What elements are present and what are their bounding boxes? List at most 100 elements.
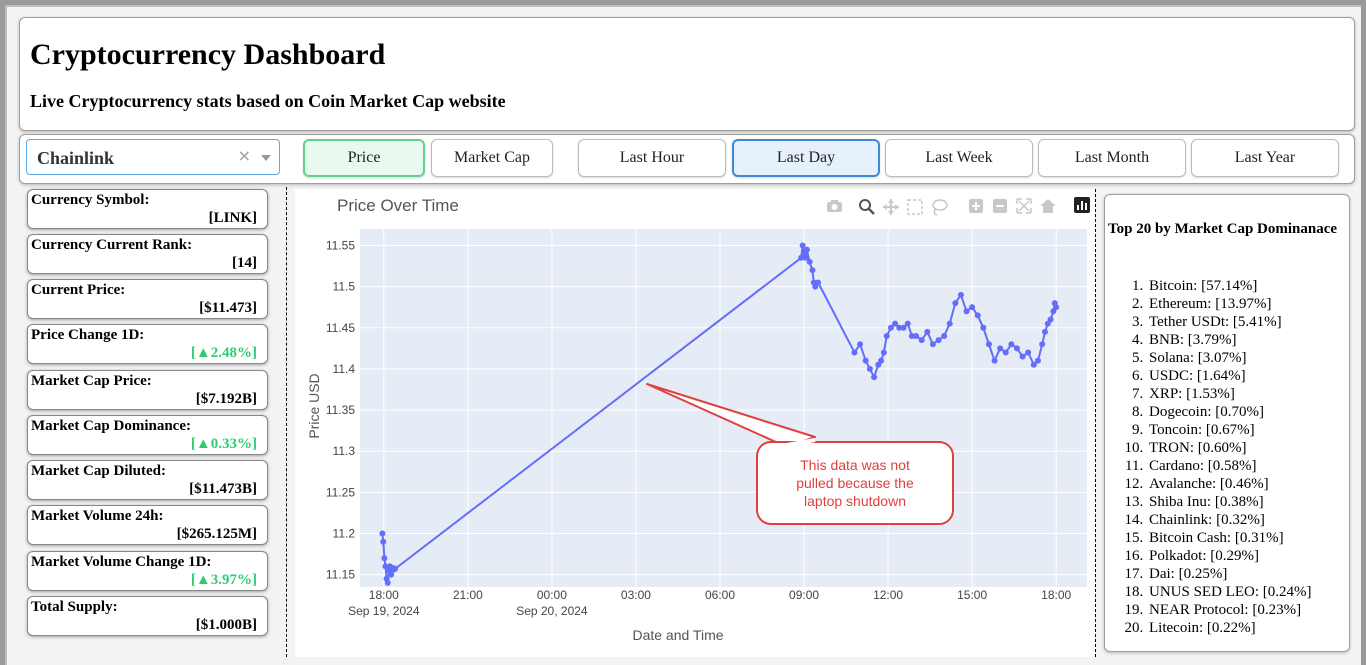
data-point[interactable]: [924, 328, 931, 335]
data-point[interactable]: [380, 538, 387, 545]
data-point[interactable]: [1041, 328, 1048, 335]
data-point[interactable]: [918, 337, 925, 344]
reset-axes-icon[interactable]: [1040, 199, 1056, 213]
data-point[interactable]: [969, 304, 976, 311]
plotly-logo-icon[interactable]: [1074, 197, 1090, 213]
camera-icon[interactable]: [827, 200, 842, 212]
price-chart[interactable]: Price Over Time 11.1511.211.2511.311.351…: [295, 189, 1095, 657]
price-chart-container: Price Over Time 11.15 11.2 11.25 11.3 11…: [295, 189, 1095, 657]
autoscale-icon[interactable]: [1016, 198, 1032, 214]
data-point[interactable]: [991, 357, 998, 364]
top20-item: Chainlink: [0.32%]: [1147, 511, 1312, 529]
x-tick-label: 09:00: [789, 588, 819, 602]
app-frame: Cryptocurrency Dashboard Live Cryptocurr…: [5, 5, 1361, 665]
data-point[interactable]: [963, 308, 970, 315]
divider: [1095, 189, 1096, 657]
data-point[interactable]: [957, 291, 964, 298]
x-tick-label: 21:00: [453, 588, 483, 602]
y-tick-label: 11.15: [326, 568, 355, 582]
data-point[interactable]: [878, 357, 885, 364]
last-day-button[interactable]: Last Day: [732, 139, 880, 177]
last-year-button[interactable]: Last Year: [1191, 139, 1339, 177]
data-point[interactable]: [941, 332, 948, 339]
data-point[interactable]: [806, 258, 813, 265]
data-point[interactable]: [1019, 353, 1026, 360]
stat-value: [$7.192B]: [195, 391, 257, 407]
data-point[interactable]: [384, 579, 391, 586]
stat-label: Market Cap Diluted:: [31, 463, 166, 479]
data-point[interactable]: [815, 279, 822, 286]
data-point[interactable]: [952, 300, 959, 307]
data-point[interactable]: [809, 267, 816, 274]
lasso-icon[interactable]: [932, 199, 948, 216]
top20-item: Dai: [0.25%]: [1147, 565, 1312, 583]
top20-item: Ethereum: [13.97%]: [1147, 295, 1312, 313]
top20-item: Solana: [3.07%]: [1147, 349, 1312, 367]
data-point[interactable]: [929, 341, 936, 348]
data-point[interactable]: [803, 246, 810, 253]
data-point[interactable]: [997, 345, 1004, 352]
chevron-down-icon[interactable]: [261, 155, 271, 161]
last-week-button[interactable]: Last Week: [885, 139, 1033, 177]
price-button[interactable]: Price: [303, 139, 425, 177]
data-point[interactable]: [1047, 316, 1054, 323]
top20-item: Shiba Inu: [0.38%]: [1147, 493, 1312, 511]
top20-item: XRP: [1.53%]: [1147, 385, 1312, 403]
box-select-icon[interactable]: [907, 199, 923, 215]
data-point[interactable]: [880, 349, 887, 356]
y-axis-ticks: 11.15 11.2 11.25 11.3 11.35 11.4 11.45 11.5 11.5…: [326, 238, 355, 581]
data-point[interactable]: [871, 374, 878, 381]
data-point[interactable]: [1039, 341, 1046, 348]
x-tick-label: 15:00: [957, 588, 987, 602]
data-point[interactable]: [392, 565, 399, 572]
y-tick-label: 11.4: [333, 362, 356, 376]
data-point[interactable]: [381, 555, 388, 562]
market-cap-button[interactable]: Market Cap: [431, 139, 553, 177]
last-hour-button[interactable]: Last Hour: [578, 139, 726, 177]
data-point[interactable]: [1002, 349, 1009, 356]
callout-text-line-3: laptop shutdown: [804, 493, 906, 509]
x-tick-sublabel: Sep 19, 2024: [348, 604, 420, 618]
data-point[interactable]: [1053, 304, 1060, 311]
data-point[interactable]: [904, 320, 911, 327]
data-point[interactable]: [980, 324, 987, 331]
data-point[interactable]: [379, 530, 386, 537]
stats-panel: Currency Symbol: [LINK] Currency Current…: [19, 187, 287, 657]
data-point[interactable]: [1025, 349, 1032, 356]
x-tick-sublabel: Sep 20, 2024: [516, 604, 588, 618]
data-point[interactable]: [851, 349, 858, 356]
data-point[interactable]: [883, 332, 890, 339]
data-point[interactable]: [974, 312, 981, 319]
last-month-button[interactable]: Last Month: [1038, 139, 1186, 177]
data-point[interactable]: [1013, 345, 1020, 352]
zoom-in-icon[interactable]: [969, 199, 983, 213]
top20-card: Top 20 by Market Cap Dominanace Bitcoin:…: [1104, 194, 1350, 652]
zoom-icon[interactable]: [859, 199, 875, 215]
stat-price-change: Price Change 1D: [▲2.48%]: [27, 324, 268, 364]
y-tick-label: 11.25: [326, 485, 355, 499]
top20-item: BNB: [3.79%]: [1147, 331, 1312, 349]
chart-modebar: [827, 197, 1090, 216]
x-tick-label: 18:00: [1041, 588, 1071, 602]
data-point[interactable]: [935, 337, 942, 344]
top20-item: Polkadot: [0.29%]: [1147, 547, 1312, 565]
zoom-out-icon[interactable]: [993, 199, 1007, 213]
data-point[interactable]: [866, 365, 873, 372]
currency-select[interactable]: Chainlink ×: [26, 139, 280, 175]
clear-icon[interactable]: ×: [238, 146, 251, 165]
pan-icon[interactable]: [883, 199, 899, 215]
data-point[interactable]: [985, 341, 992, 348]
data-point[interactable]: [913, 332, 920, 339]
data-point[interactable]: [1008, 341, 1015, 348]
x-tick-label: 12:00: [873, 588, 903, 602]
data-point[interactable]: [857, 341, 864, 348]
stat-value: [▲2.48%]: [190, 345, 257, 361]
stat-current-rank: Currency Current Rank: [14]: [27, 234, 268, 274]
stat-value: [▲0.33%]: [190, 436, 257, 452]
data-point[interactable]: [1034, 357, 1041, 364]
data-point[interactable]: [946, 320, 953, 327]
top20-title: Top 20 by Market Cap Dominanace: [1108, 221, 1338, 237]
data-point[interactable]: [862, 357, 869, 364]
page-subtitle: Live Cryptocurrency stats based on Coin …: [30, 91, 506, 111]
y-axis-label: Price USD: [306, 373, 322, 438]
